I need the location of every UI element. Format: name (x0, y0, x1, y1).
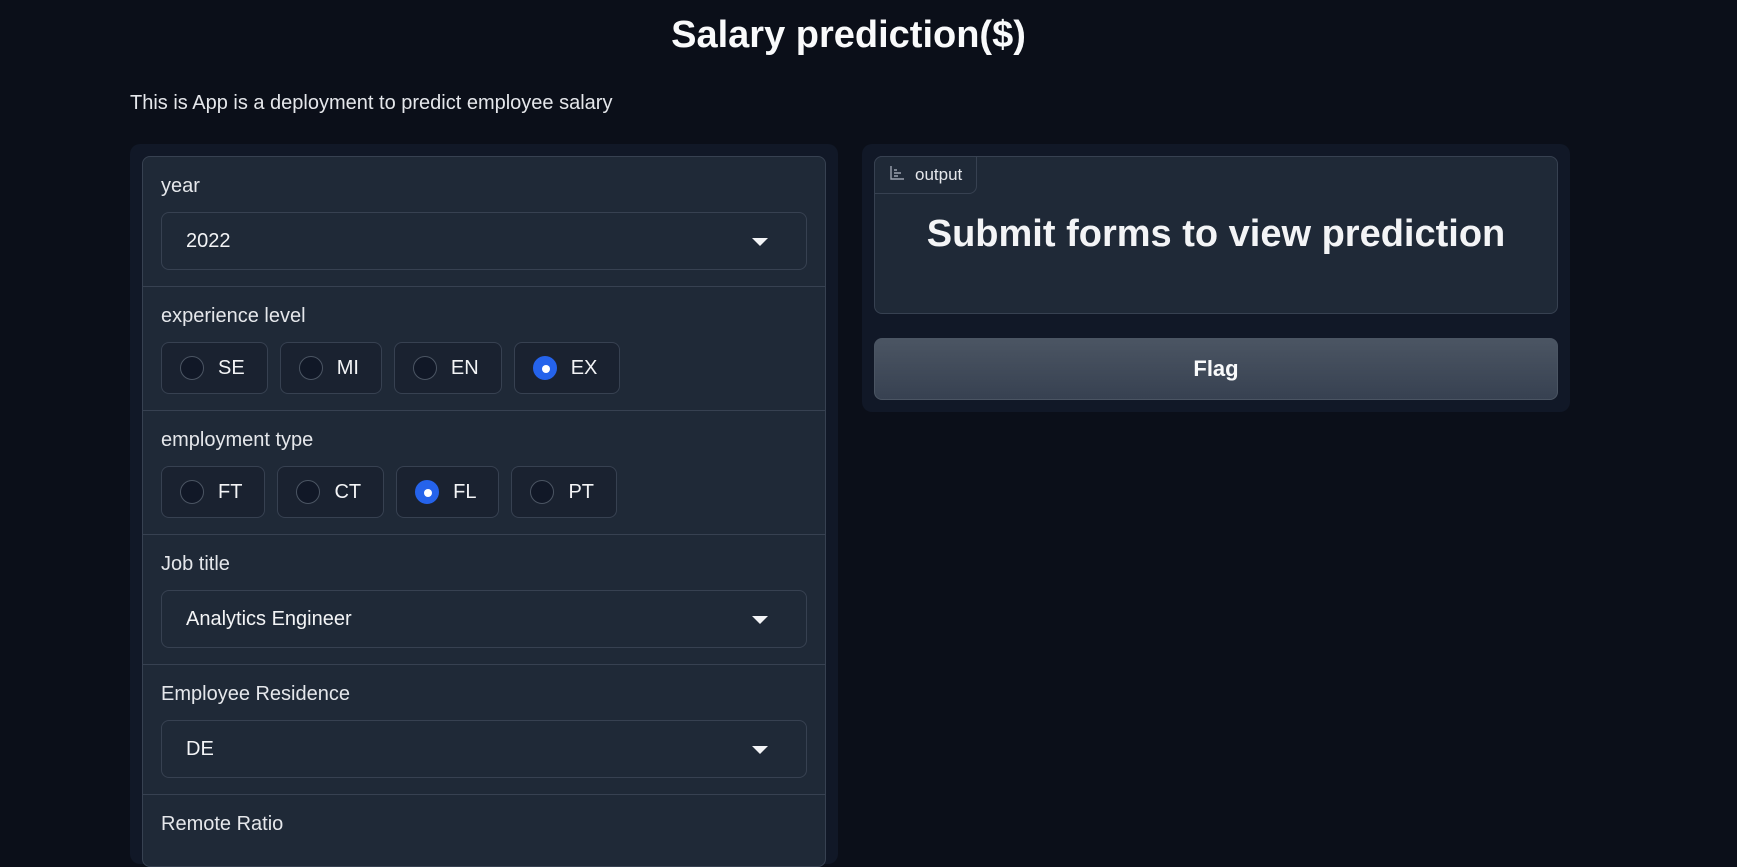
radio-icon (180, 480, 204, 504)
employee-residence-block: Employee Residence DE (143, 665, 825, 795)
employment-type-option-fl[interactable]: FL (396, 466, 500, 518)
job-title-dropdown[interactable]: Analytics Engineer (161, 590, 807, 648)
employee-residence-label: Employee Residence (161, 683, 350, 705)
year-label: year (161, 175, 200, 197)
employment-type-option-ct[interactable]: CT (277, 466, 385, 518)
option-label: FL (453, 480, 477, 503)
remote-ratio-label: Remote Ratio (161, 813, 284, 835)
page-title: Salary prediction($) (671, 14, 1026, 56)
experience-level-option-mi[interactable]: MI (279, 342, 382, 394)
experience-level-label: experience level (161, 305, 306, 327)
employment-type-radio-group: FT CT FL PT (161, 466, 807, 518)
experience-level-option-ex[interactable]: EX (513, 342, 621, 394)
employee-residence-dropdown[interactable]: DE (161, 720, 807, 778)
employment-type-option-pt[interactable]: PT (511, 466, 618, 518)
radio-icon (180, 356, 204, 380)
option-label: SE (218, 356, 245, 379)
employment-type-block: employment type FT CT FL PT (143, 411, 825, 535)
experience-level-block: experience level SE MI EN EX (143, 287, 825, 411)
experience-level-option-en[interactable]: EN (393, 342, 502, 394)
output-panel: output Submit forms to view prediction F… (862, 144, 1570, 412)
remote-ratio-block: Remote Ratio (143, 795, 825, 866)
chevron-down-icon (752, 616, 768, 624)
radio-selected-icon (415, 480, 440, 504)
radio-icon (530, 480, 555, 504)
bar-chart-icon (889, 165, 905, 186)
input-panel: year 2022 experience level SE MI EN EX e… (130, 144, 838, 867)
option-label: EN (450, 356, 479, 379)
employment-type-option-ft[interactable]: FT (161, 466, 266, 518)
page-description: This is App is a deployment to predict e… (130, 92, 613, 114)
chevron-down-icon (752, 238, 768, 246)
year-value: 2022 (186, 229, 231, 252)
option-label: EX (570, 356, 598, 379)
option-label: FT (218, 480, 243, 503)
job-title-label: Job title (161, 553, 230, 575)
experience-level-radio-group: SE MI EN EX (161, 342, 807, 394)
radio-icon (296, 480, 321, 504)
option-label: MI (336, 356, 359, 379)
job-title-block: Job title Analytics Engineer (143, 535, 825, 665)
option-label: CT (334, 480, 362, 503)
job-title-value: Analytics Engineer (186, 607, 352, 630)
flag-button[interactable]: Flag (874, 338, 1558, 400)
radio-icon (412, 356, 437, 380)
output-box: output Submit forms to view prediction (874, 156, 1558, 314)
experience-level-option-se[interactable]: SE (161, 342, 268, 394)
prediction-output-text: Submit forms to view prediction (926, 213, 1506, 255)
chevron-down-icon (752, 746, 768, 754)
option-label: PT (568, 480, 595, 503)
radio-icon (298, 356, 323, 380)
year-block: year 2022 (143, 157, 825, 287)
year-dropdown[interactable]: 2022 (161, 212, 807, 270)
input-form: year 2022 experience level SE MI EN EX e… (142, 156, 826, 867)
employee-residence-value: DE (186, 737, 214, 760)
output-tag-label: output (915, 165, 963, 184)
employment-type-label: employment type (161, 429, 314, 451)
output-tag: output (874, 156, 978, 194)
radio-selected-icon (532, 356, 557, 380)
